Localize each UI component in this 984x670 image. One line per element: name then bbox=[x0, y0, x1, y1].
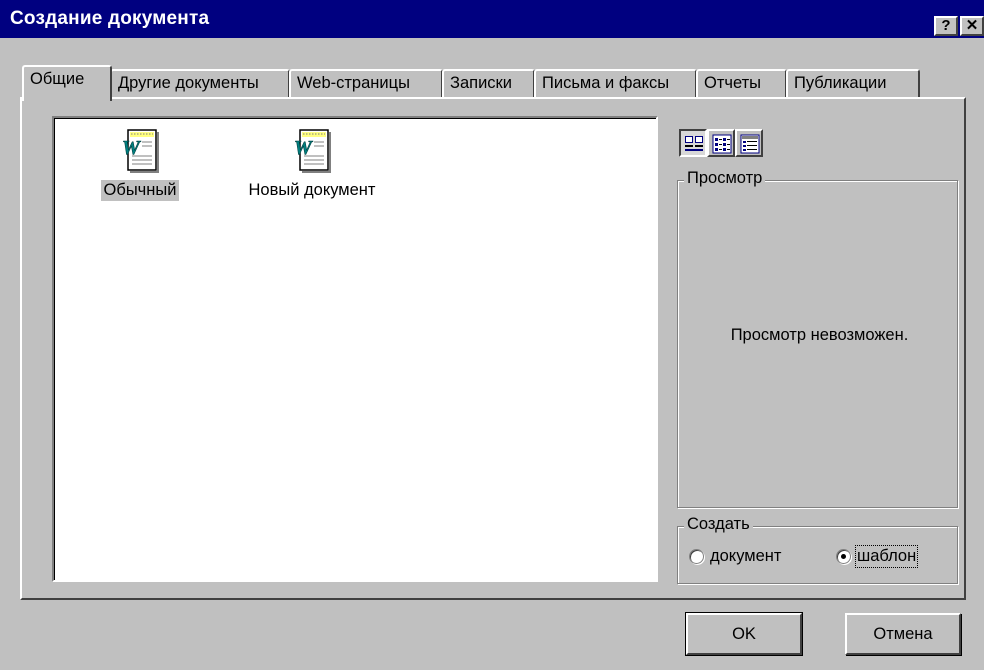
svg-text:W: W bbox=[122, 137, 141, 159]
template-list[interactable]: W Обычный W Новый документ bbox=[52, 116, 658, 582]
list-view-icon bbox=[712, 134, 732, 154]
cancel-button[interactable]: Отмена bbox=[845, 613, 961, 655]
svg-text:W: W bbox=[294, 137, 313, 159]
radio-document-label: документ bbox=[710, 547, 782, 565]
tab-memos[interactable]: Записки bbox=[442, 69, 535, 99]
radio-document[interactable]: документ bbox=[689, 547, 781, 566]
title-bar: Создание документа ? ✕ bbox=[0, 0, 984, 38]
preview-area: Просмотр невозможен. bbox=[683, 186, 956, 504]
word-template-icon: W bbox=[294, 129, 331, 173]
radio-template-label: шаблон bbox=[854, 545, 919, 568]
ok-button[interactable]: OK bbox=[685, 612, 803, 656]
radio-template[interactable]: шаблон bbox=[836, 545, 919, 568]
large-icons-view-button[interactable] bbox=[679, 129, 707, 157]
preview-message: Просмотр невозможен. bbox=[730, 326, 909, 344]
help-button[interactable]: ? bbox=[934, 16, 958, 36]
create-legend: Создать bbox=[684, 515, 753, 534]
template-item-normal[interactable]: W Обычный bbox=[90, 126, 190, 201]
tab-general[interactable]: Общие bbox=[22, 65, 112, 101]
radio-button-icon[interactable] bbox=[689, 549, 704, 564]
tab-reports[interactable]: Отчеты bbox=[696, 69, 787, 99]
tab-letters-faxes[interactable]: Письма и факсы bbox=[534, 69, 697, 99]
close-button[interactable]: ✕ bbox=[960, 16, 984, 36]
radio-button-selected-icon[interactable] bbox=[836, 549, 851, 564]
tab-other-documents[interactable]: Другие документы bbox=[110, 69, 290, 99]
large-icons-view-icon bbox=[685, 136, 703, 151]
tab-web-pages[interactable]: Web-страницы bbox=[289, 69, 443, 99]
list-view-button[interactable] bbox=[707, 129, 735, 157]
details-view-icon bbox=[740, 134, 760, 154]
word-template-icon: W bbox=[122, 129, 159, 173]
tab-publications[interactable]: Публикации bbox=[786, 69, 920, 99]
template-label: Новый документ bbox=[248, 181, 376, 199]
template-label: Обычный bbox=[100, 180, 180, 201]
details-view-button[interactable] bbox=[735, 129, 763, 157]
window-title: Создание документа bbox=[10, 8, 210, 29]
template-item-new-document[interactable]: W Новый документ bbox=[232, 126, 392, 201]
